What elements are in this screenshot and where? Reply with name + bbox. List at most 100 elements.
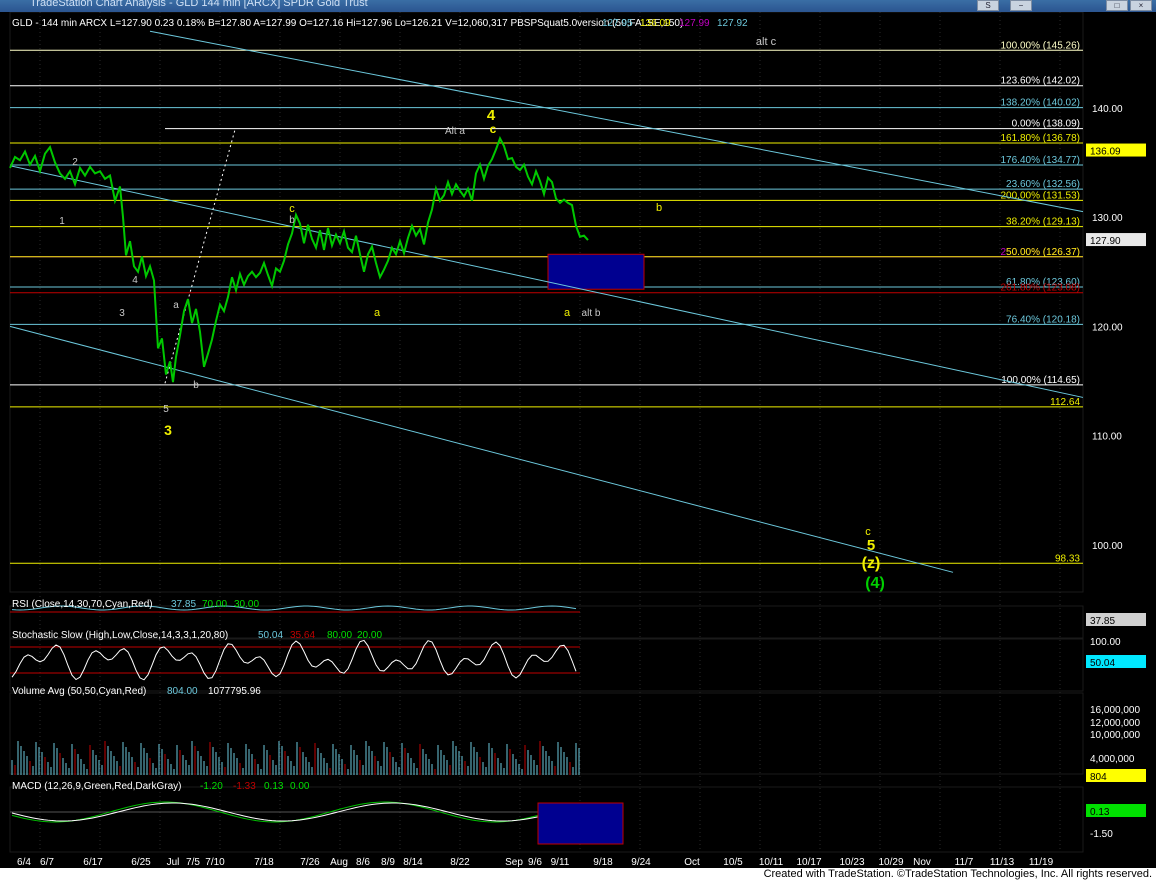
wave-label: 4 xyxy=(132,275,138,286)
wave-label: b xyxy=(193,380,199,391)
x-tick-label: 9/6 xyxy=(528,857,542,868)
main-header-value: 127.95 xyxy=(602,18,633,29)
indicator-header-value: 0.13 xyxy=(264,781,284,792)
main-header-value: 127.92 xyxy=(717,18,748,29)
wave-label: c xyxy=(490,122,497,136)
x-tick-label: 9/24 xyxy=(631,857,651,868)
x-tick-label: 8/14 xyxy=(403,857,423,868)
x-tick-label: 8/6 xyxy=(356,857,370,868)
x-tick-label: 7/10 xyxy=(205,857,225,868)
wave-label: 2 xyxy=(72,157,78,168)
wave-label: 5 xyxy=(867,537,875,554)
y-tick-label: 100.00 xyxy=(1092,541,1123,552)
main-header-value: 127.99 xyxy=(679,18,710,29)
indicator-header-value: 804.00 xyxy=(167,686,198,697)
indicator-panels xyxy=(10,605,624,845)
indicator-tick-label: 12,000,000 xyxy=(1090,718,1140,729)
indicator-header-value: 20.00 xyxy=(357,630,382,641)
indicator-header: MACD (12,26,9,Green,Red,DarkGray) xyxy=(12,781,182,792)
fib-label: 123.60% (142.02) xyxy=(1000,76,1080,87)
wave-label: b xyxy=(289,215,295,226)
footer: Created with TradeStation. ©TradeStation… xyxy=(0,868,1156,881)
wave-label: 3 xyxy=(164,422,172,438)
indicator-header-value: 0.00 xyxy=(290,781,310,792)
indicator-badge-label: 804 xyxy=(1090,772,1107,783)
window-titlebar: TradeStation Chart Analysis - GLD 144 mi… xyxy=(0,0,1156,12)
fib-label: 161.80% (136.78) xyxy=(1000,133,1080,144)
indicator-header-value: -1.20 xyxy=(200,781,223,792)
macd-box xyxy=(537,802,624,845)
symbol-button[interactable]: S xyxy=(977,0,999,11)
y-tick-label: 140.00 xyxy=(1092,104,1123,115)
indicator-header-value: 70.00 xyxy=(202,599,227,610)
price-axis: 100.00 110.00 120.00 130.00 140.00 136.09 127.… xyxy=(1086,104,1146,840)
indicator-tick-label: 100.00 xyxy=(1090,637,1121,648)
x-tick-label: Nov xyxy=(913,857,931,868)
indicator-tick-label: 10,000,000 xyxy=(1090,730,1140,741)
fib-label: 98.33 xyxy=(1055,553,1080,564)
indicator-header-value: 37.85 xyxy=(171,599,196,610)
x-tick-label: 8/22 xyxy=(450,857,470,868)
fib-label: 138.20% (140.02) xyxy=(1000,98,1080,109)
x-tick-label: 9/11 xyxy=(551,857,570,868)
indicator-tick-label: 16,000,000 xyxy=(1090,705,1140,716)
indicator-header-value: 50.04 xyxy=(258,630,283,641)
wave-label: a xyxy=(173,300,179,311)
close-button[interactable]: × xyxy=(1130,0,1152,11)
indicator-tick-label: -1.50 xyxy=(1090,829,1113,840)
wave-label: alt c xyxy=(756,36,777,48)
x-tick-label: Aug xyxy=(330,857,348,868)
fib-label: 50.00% (126.37) xyxy=(1006,247,1080,258)
indicator-header-value: 30.00 xyxy=(234,599,259,610)
x-tick-label: 7/26 xyxy=(300,857,320,868)
indicator-header-value: -1.33 xyxy=(233,781,256,792)
main-panel-frame xyxy=(9,12,1084,593)
x-tick-label: 10/5 xyxy=(723,857,743,868)
fib-label: 112.64 xyxy=(1050,397,1080,408)
fib-label: 100.00% (114.65) xyxy=(1001,375,1080,386)
y-tick-label: 130.00 xyxy=(1092,213,1123,224)
main-header: GLD - 144 min ARCX L=127.90 0.23 0.18% B… xyxy=(12,18,683,29)
x-tick-label: 6/25 xyxy=(131,857,151,868)
price-series xyxy=(9,135,589,383)
channel-line xyxy=(149,30,1084,213)
price-line xyxy=(9,135,589,383)
x-tick-label: Oct xyxy=(684,857,700,868)
wave-label: (z) xyxy=(862,555,881,572)
price-badge-label: 136.09 xyxy=(1090,147,1121,158)
fib-levels: 100.00% (145.26) 123.60% (142.02) 138.20% … xyxy=(10,40,1083,564)
x-tick-label: Jul xyxy=(167,857,180,868)
fib-label: 100.00% (145.26) xyxy=(1000,40,1080,51)
trend-channels xyxy=(9,30,1084,573)
channel-line xyxy=(9,325,954,573)
x-tick-label: 10/29 xyxy=(878,857,903,868)
x-tick-label: 10/23 xyxy=(839,857,864,868)
wave-label: 3 xyxy=(119,308,125,319)
fib-label: 38.20% (129.13) xyxy=(1006,217,1080,228)
target-box xyxy=(547,253,645,290)
indicator-header: Stochastic Slow (High,Low,Close,14,3,3,1… xyxy=(12,630,228,641)
x-tick-label: 6/7 xyxy=(40,857,54,868)
x-tick-label: 6/4 xyxy=(17,857,31,868)
wave-label: alt b xyxy=(582,308,601,319)
footer-credit: Created with TradeStation. ©TradeStation… xyxy=(763,868,1152,880)
minimize-button[interactable]: − xyxy=(1010,0,1032,11)
fib-label: 76.40% (120.18) xyxy=(1006,314,1080,325)
x-tick-label: 10/17 xyxy=(796,857,821,868)
indicator-badge-label: 37.85 xyxy=(1090,616,1115,627)
price-badge-label: 127.90 xyxy=(1090,236,1121,247)
fib-label: 0.00% (138.09) xyxy=(1012,119,1080,130)
indicator-tick-label: 4,000,000 xyxy=(1090,754,1135,765)
wave-label: a xyxy=(564,307,571,319)
x-tick-label: 9/18 xyxy=(593,857,613,868)
stoch-line xyxy=(11,639,577,681)
x-tick-label: 7/18 xyxy=(254,857,274,868)
indicator-header-value: 1077795.96 xyxy=(208,686,261,697)
fib-label: 23.60% (132.56) xyxy=(1006,179,1080,190)
maximize-button[interactable]: □ xyxy=(1106,0,1128,11)
indicator-header: RSI (Close,14,30,70,Cyan,Red) xyxy=(12,599,153,610)
wave-label: c xyxy=(289,203,295,215)
chart-canvas[interactable]: 100.00% (145.26) 123.60% (142.02) 138.20% … xyxy=(0,12,1156,868)
x-tick-label: 7/5 xyxy=(186,857,200,868)
x-tick-label: Sep xyxy=(505,857,523,868)
